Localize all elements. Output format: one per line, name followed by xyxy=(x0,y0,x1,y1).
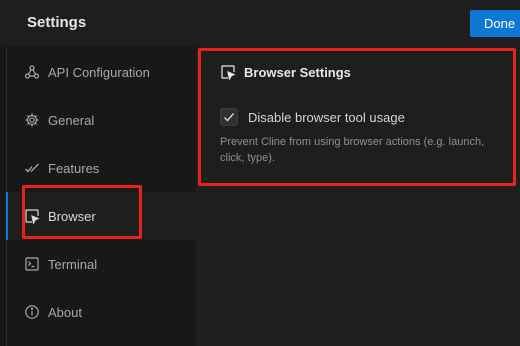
disable-browser-tool-checkbox[interactable] xyxy=(220,108,238,126)
settings-header: Settings Done xyxy=(0,0,520,46)
section-title-text: Browser Settings xyxy=(244,64,351,80)
sidebar-item-api-configuration[interactable]: API Configuration xyxy=(7,48,196,96)
sidebar-item-terminal[interactable]: Terminal xyxy=(7,240,196,288)
sidebar-item-label: API Configuration xyxy=(48,64,150,80)
plug-icon xyxy=(24,64,40,80)
active-indicator xyxy=(6,192,8,240)
done-button[interactable]: Done xyxy=(470,10,520,37)
info-icon xyxy=(24,304,40,320)
sidebar-item-label: About xyxy=(48,304,82,320)
sidebar-item-label: General xyxy=(48,112,95,128)
page-title: Settings xyxy=(27,14,87,31)
settings-window: Settings Done API Configuration General xyxy=(0,0,520,346)
checkbox-label[interactable]: Disable browser tool usage xyxy=(248,110,405,125)
gear-icon xyxy=(24,112,40,128)
sidebar-item-label: Features xyxy=(48,160,100,176)
sidebar-item-general[interactable]: General xyxy=(7,96,196,144)
browser-highlight-box xyxy=(22,185,142,239)
cursor-window-icon xyxy=(220,64,236,80)
check-icon xyxy=(24,160,40,176)
sidebar-item-label: Terminal xyxy=(48,256,98,272)
terminal-icon xyxy=(24,256,40,272)
checkbox-description: Prevent Cline from using browser actions… xyxy=(220,136,485,164)
checkmark-icon xyxy=(224,113,235,122)
sidebar-item-about[interactable]: About xyxy=(7,288,196,336)
disable-browser-tool-row: Disable browser tool usage xyxy=(220,108,405,126)
browser-settings-heading: Browser Settings xyxy=(220,64,351,80)
